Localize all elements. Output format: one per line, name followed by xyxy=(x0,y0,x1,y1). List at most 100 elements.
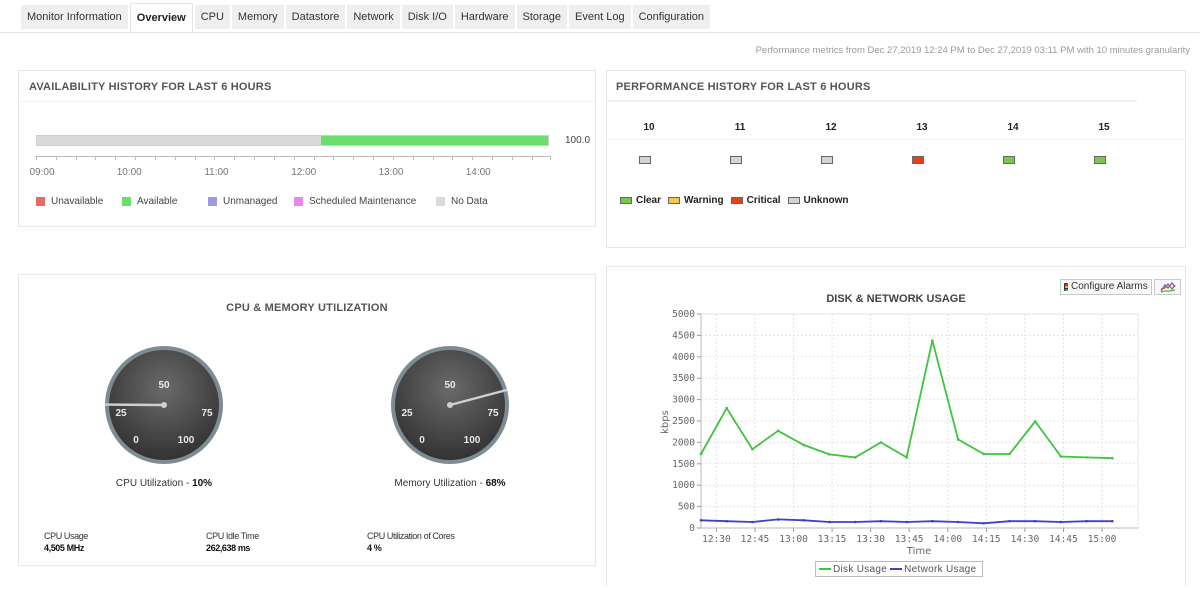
data-point[interactable] xyxy=(1059,455,1063,458)
y-tick-label: 5000 xyxy=(672,309,695,320)
legend-swatch xyxy=(787,197,800,204)
axis-label: 09:00 xyxy=(29,167,55,178)
data-point[interactable] xyxy=(1033,420,1037,423)
axis-tick xyxy=(234,156,236,160)
data-point[interactable] xyxy=(699,518,703,522)
x-tick-label: 13:00 xyxy=(779,534,808,545)
axis-tick xyxy=(293,156,295,160)
data-point[interactable] xyxy=(956,520,960,524)
data-point[interactable] xyxy=(1085,519,1088,523)
cpu-memory-title: CPU & MEMORY UTILIZATION xyxy=(226,302,388,314)
data-point[interactable] xyxy=(853,456,857,459)
gauge-hub xyxy=(447,402,453,408)
performance-metrics-note: Performance metrics from Dec 27,2019 12:… xyxy=(755,45,1190,56)
data-point[interactable] xyxy=(1059,520,1063,524)
stat-cpu-idle-time: CPU Idle Time 262,638 ms xyxy=(206,531,259,553)
data-point[interactable] xyxy=(931,339,934,342)
tab-overview[interactable]: Overview xyxy=(129,3,193,32)
axis-tick xyxy=(412,156,414,160)
legend-swatch xyxy=(122,197,131,206)
perf-status-clear[interactable] xyxy=(1003,156,1015,164)
data-point[interactable] xyxy=(751,447,754,451)
data-point[interactable] xyxy=(1008,452,1011,456)
stat-label: CPU Idle Time xyxy=(206,531,259,541)
perf-status-critical[interactable] xyxy=(912,156,924,164)
perf-legend-unknown: Unknown xyxy=(787,195,849,206)
data-point[interactable] xyxy=(982,452,986,456)
data-point[interactable] xyxy=(905,520,908,524)
x-tick-label: 15:00 xyxy=(1088,534,1117,545)
data-point[interactable] xyxy=(879,441,883,444)
gauge-tick-label: 50 xyxy=(158,380,170,391)
data-point[interactable] xyxy=(776,518,780,521)
data-point[interactable] xyxy=(956,438,960,441)
x-tick-label: 14:45 xyxy=(1049,534,1078,545)
tab-hardware[interactable]: Hardware xyxy=(454,5,515,29)
axis-label: 13:00 xyxy=(378,167,404,178)
data-point[interactable] xyxy=(1110,456,1114,460)
data-point[interactable] xyxy=(931,519,934,523)
data-point[interactable] xyxy=(751,520,754,524)
chart-legend-label[interactable]: Network Usage xyxy=(904,564,976,575)
data-point[interactable] xyxy=(905,456,908,459)
perf-status-unknown[interactable] xyxy=(821,156,833,164)
cpu-memory-panel: CPU & MEMORY UTILIZATION 0 25 50 75 100 CPU U… xyxy=(18,274,596,566)
tab-storage[interactable]: Storage xyxy=(516,5,568,29)
y-tick-label: 0 xyxy=(689,523,695,534)
gauge-tick-label: 75 xyxy=(487,408,499,419)
data-point[interactable] xyxy=(776,429,780,433)
availability-segment-no-data[interactable] xyxy=(37,136,321,145)
data-point[interactable] xyxy=(828,520,831,524)
tab-memory[interactable]: Memory xyxy=(231,5,284,29)
legend-swatch xyxy=(208,197,217,206)
legend-label: Unavailable xyxy=(51,196,104,207)
legend-line xyxy=(819,568,831,570)
data-point[interactable] xyxy=(802,443,806,447)
data-point[interactable] xyxy=(982,521,986,525)
legend-label: Warning xyxy=(684,195,724,206)
axis-tick xyxy=(115,156,117,160)
data-point[interactable] xyxy=(802,518,806,522)
tab-event-log[interactable]: Event Log xyxy=(569,5,631,29)
data-point[interactable] xyxy=(828,453,831,456)
tab-network[interactable]: Network xyxy=(347,5,400,29)
memory-gauge: 0 25 50 75 100 xyxy=(391,346,509,464)
perf-hour-label: 14 xyxy=(1007,122,1019,133)
chart-legend-label[interactable]: Disk Usage xyxy=(833,564,887,575)
x-tick-label: 14:30 xyxy=(1011,534,1040,545)
perf-status-clear[interactable] xyxy=(1094,156,1106,164)
legend-label: Scheduled Maintenance xyxy=(309,196,417,207)
tab-configuration[interactable]: Configuration xyxy=(632,5,711,29)
stat-value: 4 % xyxy=(367,543,382,553)
availability-bar[interactable] xyxy=(36,135,549,146)
availability-segment-available[interactable] xyxy=(320,136,549,145)
axis-tick xyxy=(392,156,394,160)
data-point[interactable] xyxy=(1033,519,1037,523)
tab-disk-i-o[interactable]: Disk I/O xyxy=(401,5,453,29)
availability-title: AVAILABILITY HISTORY FOR LAST 6 HOURS xyxy=(29,81,272,93)
tab-cpu[interactable]: CPU xyxy=(194,5,230,29)
y-tick-label: 3000 xyxy=(672,395,695,406)
y-tick-label: 2000 xyxy=(672,437,695,448)
data-point[interactable] xyxy=(1110,519,1114,523)
perf-status-unknown[interactable] xyxy=(639,156,651,164)
y-tick-label: 1500 xyxy=(672,459,695,470)
data-point[interactable] xyxy=(725,519,729,523)
legend-swatch xyxy=(436,197,445,206)
tab-datastore[interactable]: Datastore xyxy=(285,5,346,29)
axis-tick xyxy=(55,156,57,160)
data-point[interactable] xyxy=(879,519,883,523)
legend-item-no-data: No Data xyxy=(436,196,496,207)
perf-hour-label: 13 xyxy=(916,122,928,133)
data-point[interactable] xyxy=(1008,519,1011,523)
data-point[interactable] xyxy=(853,520,857,524)
perf-legend-critical: Critical xyxy=(730,195,781,206)
caption-label: CPU Utilization - xyxy=(115,478,193,489)
tab-monitor-information[interactable]: Monitor Information xyxy=(21,5,128,29)
data-point[interactable] xyxy=(1085,456,1088,459)
perf-status-unknown[interactable] xyxy=(730,156,742,164)
data-point[interactable] xyxy=(699,452,703,456)
data-point[interactable] xyxy=(725,406,729,410)
tab-bar: Monitor Information Overview CPU Memory Data… xyxy=(0,0,1200,33)
cpu-utilization-caption: CPU Utilization - 10% xyxy=(116,478,212,489)
